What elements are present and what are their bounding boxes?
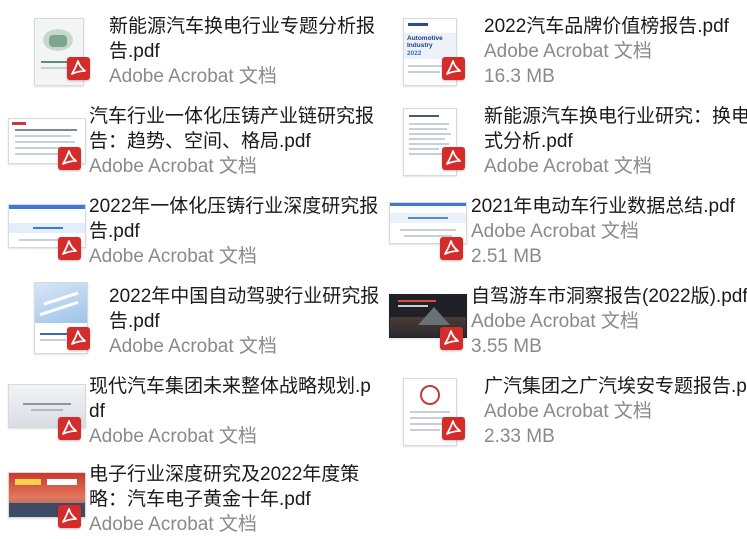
- pdf-icon: [442, 147, 465, 170]
- pdf-icon: [442, 57, 465, 80]
- file-item[interactable]: 2022年一体化压铸行业深度研究报告.pdf Adobe Acrobat 文档: [6, 190, 380, 270]
- file-type: Adobe Acrobat 文档: [471, 221, 639, 242]
- file-item[interactable]: 新能源汽车换电行业专题分析报告.pdf Adobe Acrobat 文档: [20, 10, 380, 90]
- thumb-title: 2022: [407, 50, 422, 57]
- file-list: 新能源汽车换电行业专题分析报告.pdf Adobe Acrobat 文档 Aut…: [0, 0, 747, 539]
- file-size: 2.33 MB: [484, 426, 555, 447]
- file-name: 2021年电动车行业数据总结.pdf: [471, 196, 735, 217]
- file-item[interactable]: 2021年电动车行业数据总结.pdf Adobe Acrobat 文档 2.51…: [387, 190, 747, 270]
- file-type: Adobe Acrobat 文档: [109, 66, 277, 87]
- file-type: Adobe Acrobat 文档: [484, 156, 652, 177]
- file-type: Adobe Acrobat 文档: [89, 156, 257, 177]
- file-thumbnail: [20, 280, 100, 360]
- pdf-icon: [67, 57, 90, 80]
- pdf-icon: [58, 505, 81, 528]
- file-thumbnail: [387, 190, 467, 270]
- file-thumbnail: [395, 100, 475, 180]
- pdf-icon: [58, 237, 81, 260]
- file-name: 广汽集团之广汽埃安专题报告.pdf: [484, 376, 747, 397]
- file-name: 新能源汽车换电行业研究：换电模式分析.pdf: [484, 106, 747, 152]
- thumb-title: Automotive: [407, 35, 443, 42]
- file-name: 2022年中国自动驾驶行业研究报告.pdf: [109, 286, 380, 332]
- file-item[interactable]: Automotive Industry 2022 2022汽车品牌价值榜报告.p…: [395, 10, 747, 90]
- file-item[interactable]: 广汽集团之广汽埃安专题报告.pdf Adobe Acrobat 文档 2.33 …: [395, 370, 747, 450]
- file-thumbnail: Automotive Industry 2022: [395, 10, 475, 90]
- file-item[interactable]: 自驾游车市洞察报告(2022版).pdf Adobe Acrobat 文档 3.…: [387, 280, 747, 360]
- file-type: Adobe Acrobat 文档: [89, 246, 257, 267]
- file-size: 3.55 MB: [471, 336, 542, 357]
- file-size: 16.3 MB: [484, 66, 555, 87]
- pdf-icon: [440, 237, 463, 260]
- file-thumbnail: [6, 370, 86, 450]
- file-type: Adobe Acrobat 文档: [484, 401, 652, 422]
- file-type: Adobe Acrobat 文档: [484, 41, 652, 62]
- pdf-icon: [58, 417, 81, 440]
- file-name: 现代汽车集团未来整体战略规划.pdf: [89, 376, 371, 422]
- file-type: Adobe Acrobat 文档: [109, 336, 277, 357]
- file-name: 2022年一体化压铸行业深度研究报告.pdf: [89, 196, 379, 242]
- file-thumbnail: [395, 370, 475, 450]
- thumb-title: Industry: [407, 42, 433, 49]
- file-type: Adobe Acrobat 文档: [471, 311, 639, 332]
- file-type: Adobe Acrobat 文档: [89, 426, 257, 447]
- file-name: 汽车行业一体化压铸产业链研究报告：趋势、空间、格局.pdf: [89, 106, 375, 152]
- file-item[interactable]: 现代汽车集团未来整体战略规划.pdf Adobe Acrobat 文档: [6, 370, 380, 450]
- file-name: 新能源汽车换电行业专题分析报告.pdf: [109, 16, 376, 62]
- pdf-icon: [442, 417, 465, 440]
- file-item[interactable]: 新能源汽车换电行业研究：换电模式分析.pdf Adobe Acrobat 文档: [395, 100, 747, 180]
- file-item[interactable]: 汽车行业一体化压铸产业链研究报告：趋势、空间、格局.pdf Adobe Acro…: [6, 100, 380, 180]
- file-name: 自驾游车市洞察报告(2022版).pdf: [471, 286, 747, 307]
- file-thumbnail: [387, 280, 467, 360]
- pdf-icon: [67, 327, 90, 350]
- file-item[interactable]: 电子行业深度研究及2022年度策略：汽车电子黄金十年.pdf Adobe Acr…: [6, 458, 380, 538]
- file-name: 电子行业深度研究及2022年度策略：汽车电子黄金十年.pdf: [89, 464, 360, 510]
- file-size: 2.51 MB: [471, 246, 542, 267]
- file-type: Adobe Acrobat 文档: [89, 514, 257, 535]
- pdf-icon: [440, 327, 463, 350]
- file-thumbnail: [20, 10, 100, 90]
- pdf-icon: [58, 147, 81, 170]
- file-thumbnail: [6, 190, 86, 270]
- file-name: 2022汽车品牌价值榜报告.pdf: [484, 16, 729, 37]
- file-thumbnail: [6, 458, 86, 538]
- file-thumbnail: [6, 100, 86, 180]
- file-item[interactable]: 2022年中国自动驾驶行业研究报告.pdf Adobe Acrobat 文档: [20, 280, 380, 360]
